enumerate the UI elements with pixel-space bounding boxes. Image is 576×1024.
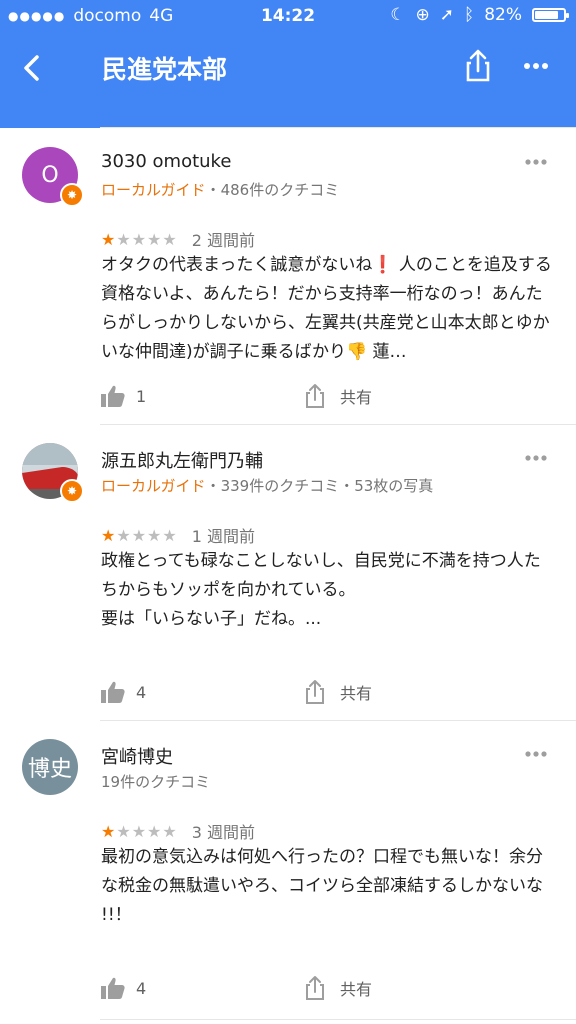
thumbs-up-icon <box>101 681 125 703</box>
star-empty-icon: ★ <box>116 229 132 249</box>
battery-percent: 82% <box>484 5 522 25</box>
share-icon <box>306 976 324 1000</box>
more-horiz-icon <box>525 751 547 757</box>
status-right: ☾ ⊕ ➚ ᛒ 82% <box>390 5 569 25</box>
star-filled-icon: ★ <box>101 229 117 249</box>
star-empty-icon: ★ <box>116 525 132 545</box>
review-share-button[interactable]: 共有 <box>304 679 372 705</box>
star-empty-icon: ★ <box>147 821 163 841</box>
battery-level <box>535 11 558 19</box>
thumbs-up-icon <box>101 385 125 407</box>
review-time: 2 週間前 <box>191 231 255 250</box>
like-button[interactable]: 4 <box>100 680 146 704</box>
share-label: 共有 <box>340 388 373 407</box>
divider <box>100 127 576 128</box>
review-card: O ✸ 3030 omotuke ローカルガイド・486件のクチコミ ★★★★★… <box>0 129 576 425</box>
review-share-button[interactable]: 共有 <box>304 383 372 409</box>
local-guide-label: ローカルガイド <box>101 477 206 495</box>
star-empty-icon: ★ <box>147 525 163 545</box>
battery-icon <box>532 8 569 22</box>
star-empty-icon: ★ <box>162 821 178 841</box>
reviewer-name[interactable]: 源五郎丸左衛門乃輔 <box>101 447 263 473</box>
chevron-left-icon <box>24 55 39 81</box>
share-icon <box>306 680 324 704</box>
rating-row: ★★★★★ 3 週間前 <box>101 819 255 843</box>
share-label: 共有 <box>340 980 373 999</box>
review-actions: 4 共有 <box>100 677 372 707</box>
more-horiz-icon <box>524 63 548 69</box>
star-filled-icon: ★ <box>101 821 117 841</box>
divider <box>100 1019 576 1020</box>
review-time: 3 週間前 <box>191 823 255 842</box>
like-count: 1 <box>136 386 147 406</box>
local-guide-label: ローカルガイド <box>101 181 206 199</box>
status-bar: ●●●●● docomo 4G 14:22 ☾ ⊕ ➚ ᛒ 82% <box>0 0 576 32</box>
review-text[interactable]: オタクの代表まったく誠意がないね❗️ 人のことを追及する資格ないよ、あんたら！だ… <box>101 251 557 367</box>
more-options-button[interactable] <box>516 46 556 86</box>
reviewer-name[interactable]: 宮崎博史 <box>101 743 173 769</box>
review-actions: 4 共有 <box>100 973 372 1003</box>
previous-review-actions <box>100 94 576 128</box>
review-actions: 1 共有 <box>100 381 372 411</box>
like-count: 4 <box>136 978 147 998</box>
reviewer-name[interactable]: 3030 omotuke <box>101 151 231 172</box>
review-share-button[interactable]: 共有 <box>304 975 372 1001</box>
thumbs-up-icon <box>101 977 125 999</box>
bluetooth-icon: ᛒ <box>464 5 475 25</box>
star-empty-icon: ★ <box>131 229 148 249</box>
review-more-button[interactable] <box>516 739 556 769</box>
review-card: ✸ 源五郎丸左衛門乃輔 ローカルガイド・339件のクチコミ・53枚の写真 ★★★… <box>0 425 576 721</box>
avatar-initial: 博史 <box>27 757 72 782</box>
avatar-initial: O <box>41 162 59 188</box>
review-text[interactable]: 最初の意気込みは何処へ行ったの？口程でも無いな！余分な税金の無駄遣いやろ、コイツ… <box>101 843 557 930</box>
avatar[interactable]: O ✸ <box>22 147 84 207</box>
star-empty-icon: ★ <box>147 229 163 249</box>
moon-icon: ☾ <box>390 5 406 25</box>
share-icon <box>306 384 324 408</box>
star-rating: ★★★★★ <box>101 526 178 545</box>
page-title: 民進党本部 <box>102 55 228 84</box>
star-empty-icon: ★ <box>131 821 148 841</box>
review-count: 19件のクチコミ <box>101 773 211 791</box>
star-empty-icon: ★ <box>162 525 178 545</box>
reviewer-meta: ローカルガイド・339件のクチコミ・53枚の写真 <box>101 475 433 496</box>
review-more-button[interactable] <box>516 147 556 177</box>
avatar[interactable]: 博史 <box>22 739 78 795</box>
like-count: 4 <box>136 682 147 702</box>
avatar[interactable]: ✸ <box>22 443 84 503</box>
review-count: ・486件のクチコミ <box>205 181 340 199</box>
rating-row: ★★★★★ 1 週間前 <box>101 523 255 547</box>
orientation-lock-icon: ⊕ <box>415 5 430 25</box>
star-filled-icon: ★ <box>101 525 117 545</box>
like-button[interactable]: 4 <box>100 976 146 1000</box>
star-rating: ★★★★★ <box>101 230 178 249</box>
rating-row: ★★★★★ 2 週間前 <box>101 227 255 251</box>
local-guide-badge-icon: ✸ <box>60 183 84 207</box>
share-button[interactable] <box>458 46 498 86</box>
more-horiz-icon <box>525 159 547 165</box>
location-icon: ➚ <box>439 5 454 25</box>
star-rating: ★★★★★ <box>101 822 178 841</box>
like-button[interactable]: 1 <box>100 384 146 408</box>
review-card: 博史 宮崎博史 19件のクチコミ ★★★★★ 3 週間前 最初の意気込みは何処へ… <box>0 721 576 1024</box>
share-label: 共有 <box>340 684 373 703</box>
review-text[interactable]: 政権とっても碌なことしないし、自民党に不満を持つ人たちからもソッポを向かれている… <box>101 547 557 634</box>
star-empty-icon: ★ <box>116 821 132 841</box>
reviewer-meta: 19件のクチコミ <box>101 771 210 792</box>
star-empty-icon: ★ <box>131 525 148 545</box>
reviewer-meta: ローカルガイド・486件のクチコミ <box>101 179 339 200</box>
review-more-button[interactable] <box>516 443 556 473</box>
star-empty-icon: ★ <box>162 229 178 249</box>
more-horiz-icon <box>525 455 547 461</box>
share-icon <box>466 49 490 82</box>
review-count: ・339件のクチコミ・53枚の写真 <box>205 477 434 495</box>
back-button[interactable] <box>12 48 52 88</box>
review-time: 1 週間前 <box>191 527 255 546</box>
local-guide-badge-icon: ✸ <box>60 479 84 503</box>
